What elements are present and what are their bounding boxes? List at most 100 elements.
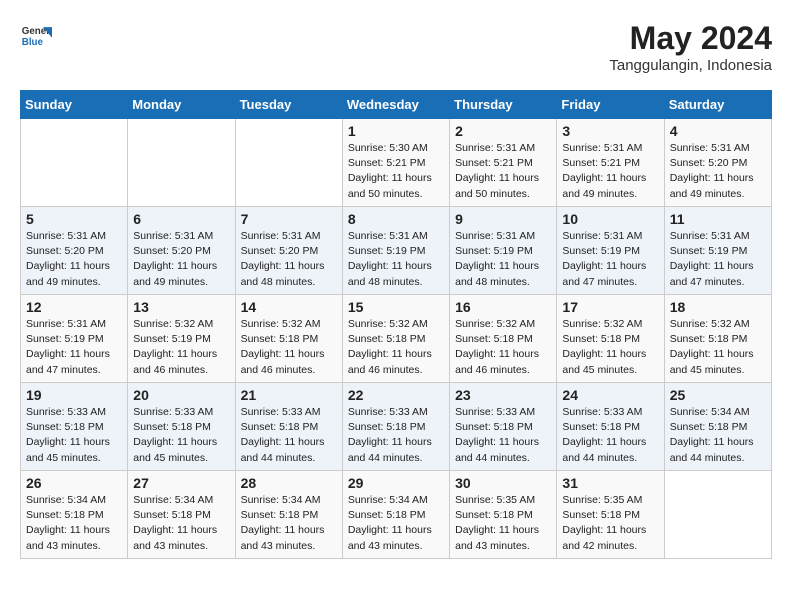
day-number: 9 xyxy=(455,211,551,227)
day-number: 25 xyxy=(670,387,766,403)
day-info: Sunrise: 5:34 AMSunset: 5:18 PMDaylight:… xyxy=(26,493,122,554)
calendar-cell: 18 Sunrise: 5:32 AMSunset: 5:18 PMDayligh… xyxy=(664,295,771,383)
day-info: Sunrise: 5:35 AMSunset: 5:18 PMDaylight:… xyxy=(455,493,551,554)
day-info: Sunrise: 5:32 AMSunset: 5:18 PMDaylight:… xyxy=(670,317,766,378)
day-info: Sunrise: 5:32 AMSunset: 5:18 PMDaylight:… xyxy=(455,317,551,378)
calendar-header: SundayMondayTuesdayWednesdayThursdayFrid… xyxy=(21,91,772,119)
day-info: Sunrise: 5:31 AMSunset: 5:19 PMDaylight:… xyxy=(26,317,122,378)
calendar-cell: 9 Sunrise: 5:31 AMSunset: 5:19 PMDaylight… xyxy=(450,207,557,295)
calendar-week-2: 5 Sunrise: 5:31 AMSunset: 5:20 PMDaylight… xyxy=(21,207,772,295)
calendar-subtitle: Tanggulangin, Indonesia xyxy=(609,57,772,74)
calendar-cell: 21 Sunrise: 5:33 AMSunset: 5:18 PMDayligh… xyxy=(235,383,342,471)
calendar-table: SundayMondayTuesdayWednesdayThursdayFrid… xyxy=(20,90,772,559)
calendar-cell: 28 Sunrise: 5:34 AMSunset: 5:18 PMDayligh… xyxy=(235,471,342,559)
day-number: 20 xyxy=(133,387,229,403)
day-info: Sunrise: 5:33 AMSunset: 5:18 PMDaylight:… xyxy=(133,405,229,466)
day-info: Sunrise: 5:30 AMSunset: 5:21 PMDaylight:… xyxy=(348,141,444,202)
weekday-header-friday: Friday xyxy=(557,91,664,119)
calendar-cell: 30 Sunrise: 5:35 AMSunset: 5:18 PMDayligh… xyxy=(450,471,557,559)
day-number: 21 xyxy=(241,387,337,403)
weekday-header-saturday: Saturday xyxy=(664,91,771,119)
day-number: 31 xyxy=(562,475,658,491)
calendar-week-5: 26 Sunrise: 5:34 AMSunset: 5:18 PMDayligh… xyxy=(21,471,772,559)
day-number: 5 xyxy=(26,211,122,227)
day-number: 8 xyxy=(348,211,444,227)
weekday-header-monday: Monday xyxy=(128,91,235,119)
calendar-cell: 5 Sunrise: 5:31 AMSunset: 5:20 PMDaylight… xyxy=(21,207,128,295)
calendar-cell: 20 Sunrise: 5:33 AMSunset: 5:18 PMDayligh… xyxy=(128,383,235,471)
calendar-cell: 15Sunrise: 5:32 AMSunset: 5:18 PMDayligh… xyxy=(342,295,449,383)
day-info: Sunrise: 5:31 AMSunset: 5:20 PMDaylight:… xyxy=(241,229,337,290)
day-info: Sunrise: 5:32 AMSunset: 5:18 PMDaylight:… xyxy=(562,317,658,378)
weekday-header-wednesday: Wednesday xyxy=(342,91,449,119)
title-block: May 2024 Tanggulangin, Indonesia xyxy=(609,20,772,74)
calendar-week-1: 1 Sunrise: 5:30 AMSunset: 5:21 PMDaylight… xyxy=(21,119,772,207)
day-number: 27 xyxy=(133,475,229,491)
day-info: Sunrise: 5:31 AMSunset: 5:19 PMDaylight:… xyxy=(348,229,444,290)
page-header: General Blue May 2024 Tanggulangin, Indo… xyxy=(20,20,772,74)
day-info: Sunrise: 5:34 AMSunset: 5:18 PMDaylight:… xyxy=(670,405,766,466)
calendar-cell xyxy=(21,119,128,207)
day-number: 1 xyxy=(348,123,444,139)
calendar-cell: 27Sunrise: 5:34 AMSunset: 5:18 PMDayligh… xyxy=(128,471,235,559)
day-number: 16 xyxy=(455,299,551,315)
day-number: 13 xyxy=(133,299,229,315)
calendar-cell: 14Sunrise: 5:32 AMSunset: 5:18 PMDayligh… xyxy=(235,295,342,383)
day-info: Sunrise: 5:34 AMSunset: 5:18 PMDaylight:… xyxy=(348,493,444,554)
calendar-cell: 22 Sunrise: 5:33 AMSunset: 5:18 PMDayligh… xyxy=(342,383,449,471)
day-number: 30 xyxy=(455,475,551,491)
calendar-cell xyxy=(235,119,342,207)
day-info: Sunrise: 5:31 AMSunset: 5:20 PMDaylight:… xyxy=(26,229,122,290)
weekday-header-row: SundayMondayTuesdayWednesdayThursdayFrid… xyxy=(21,91,772,119)
day-number: 7 xyxy=(241,211,337,227)
calendar-cell xyxy=(128,119,235,207)
day-number: 23 xyxy=(455,387,551,403)
day-info: Sunrise: 5:33 AMSunset: 5:18 PMDaylight:… xyxy=(241,405,337,466)
calendar-cell: 12Sunrise: 5:31 AMSunset: 5:19 PMDayligh… xyxy=(21,295,128,383)
day-number: 19 xyxy=(26,387,122,403)
calendar-cell: 24Sunrise: 5:33 AMSunset: 5:18 PMDayligh… xyxy=(557,383,664,471)
weekday-header-thursday: Thursday xyxy=(450,91,557,119)
day-number: 3 xyxy=(562,123,658,139)
day-info: Sunrise: 5:33 AMSunset: 5:18 PMDaylight:… xyxy=(26,405,122,466)
calendar-cell: 7 Sunrise: 5:31 AMSunset: 5:20 PMDaylight… xyxy=(235,207,342,295)
day-number: 15 xyxy=(348,299,444,315)
calendar-cell: 3Sunrise: 5:31 AMSunset: 5:21 PMDaylight… xyxy=(557,119,664,207)
weekday-header-tuesday: Tuesday xyxy=(235,91,342,119)
day-number: 4 xyxy=(670,123,766,139)
day-info: Sunrise: 5:31 AMSunset: 5:21 PMDaylight:… xyxy=(455,141,551,202)
calendar-cell: 17Sunrise: 5:32 AMSunset: 5:18 PMDayligh… xyxy=(557,295,664,383)
day-number: 18 xyxy=(670,299,766,315)
day-info: Sunrise: 5:31 AMSunset: 5:19 PMDaylight:… xyxy=(670,229,766,290)
calendar-cell: 31Sunrise: 5:35 AMSunset: 5:18 PMDayligh… xyxy=(557,471,664,559)
calendar-cell: 1 Sunrise: 5:30 AMSunset: 5:21 PMDaylight… xyxy=(342,119,449,207)
svg-text:Blue: Blue xyxy=(22,37,44,48)
calendar-cell xyxy=(664,471,771,559)
day-number: 26 xyxy=(26,475,122,491)
day-number: 28 xyxy=(241,475,337,491)
calendar-week-3: 12Sunrise: 5:31 AMSunset: 5:19 PMDayligh… xyxy=(21,295,772,383)
calendar-cell: 8 Sunrise: 5:31 AMSunset: 5:19 PMDaylight… xyxy=(342,207,449,295)
calendar-cell: 11 Sunrise: 5:31 AMSunset: 5:19 PMDayligh… xyxy=(664,207,771,295)
calendar-week-4: 19 Sunrise: 5:33 AMSunset: 5:18 PMDayligh… xyxy=(21,383,772,471)
day-number: 11 xyxy=(670,211,766,227)
day-info: Sunrise: 5:32 AMSunset: 5:19 PMDaylight:… xyxy=(133,317,229,378)
day-number: 6 xyxy=(133,211,229,227)
day-info: Sunrise: 5:31 AMSunset: 5:20 PMDaylight:… xyxy=(133,229,229,290)
calendar-title: May 2024 xyxy=(609,20,772,57)
day-info: Sunrise: 5:31 AMSunset: 5:19 PMDaylight:… xyxy=(455,229,551,290)
day-info: Sunrise: 5:31 AMSunset: 5:20 PMDaylight:… xyxy=(670,141,766,202)
calendar-cell: 23Sunrise: 5:33 AMSunset: 5:18 PMDayligh… xyxy=(450,383,557,471)
calendar-body: 1 Sunrise: 5:30 AMSunset: 5:21 PMDaylight… xyxy=(21,119,772,559)
day-number: 22 xyxy=(348,387,444,403)
calendar-cell: 25 Sunrise: 5:34 AMSunset: 5:18 PMDayligh… xyxy=(664,383,771,471)
calendar-cell: 13 Sunrise: 5:32 AMSunset: 5:19 PMDayligh… xyxy=(128,295,235,383)
calendar-cell: 10Sunrise: 5:31 AMSunset: 5:19 PMDayligh… xyxy=(557,207,664,295)
weekday-header-sunday: Sunday xyxy=(21,91,128,119)
calendar-cell: 6 Sunrise: 5:31 AMSunset: 5:20 PMDaylight… xyxy=(128,207,235,295)
day-number: 14 xyxy=(241,299,337,315)
calendar-cell: 2Sunrise: 5:31 AMSunset: 5:21 PMDaylight… xyxy=(450,119,557,207)
day-number: 10 xyxy=(562,211,658,227)
day-info: Sunrise: 5:34 AMSunset: 5:18 PMDaylight:… xyxy=(241,493,337,554)
day-info: Sunrise: 5:33 AMSunset: 5:18 PMDaylight:… xyxy=(348,405,444,466)
